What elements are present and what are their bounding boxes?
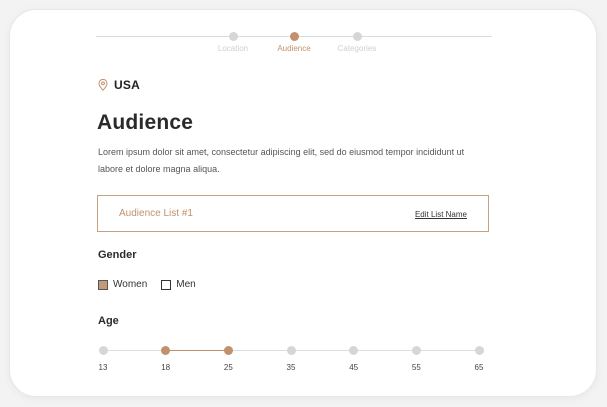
age-tick-label: 45	[349, 363, 359, 372]
age-tick-label: 18	[161, 363, 171, 372]
slider-stop[interactable]	[349, 346, 359, 355]
gender-option-women[interactable]: Women	[98, 279, 147, 290]
age-heading: Age	[98, 315, 119, 327]
checkbox-label: Women	[113, 279, 148, 290]
gender-heading: Gender	[98, 249, 137, 261]
age-tick-label: 65	[474, 363, 484, 372]
page-title: Audience	[97, 111, 194, 134]
audience-list-name: Audience List #1	[119, 208, 193, 219]
checkbox-unchecked[interactable]	[161, 279, 172, 290]
age-tick-label: 13	[98, 363, 108, 372]
slider-stop[interactable]	[474, 346, 484, 355]
location-label: USA	[114, 78, 140, 92]
age-tick-label: 35	[286, 363, 296, 372]
step-dot	[289, 32, 299, 41]
audience-card: Location Audience Categories USA Audienc…	[10, 10, 596, 396]
gender-option-men[interactable]: Men	[161, 279, 196, 290]
age-range-slider[interactable]: 13 18 25 35 45 55 65	[98, 346, 484, 376]
gender-options: Women Men	[98, 279, 210, 290]
checkbox-label: Men	[176, 279, 196, 290]
step-label: Categories	[337, 44, 377, 53]
age-tick-label: 25	[223, 363, 233, 372]
slider-handle[interactable]	[161, 346, 171, 355]
audience-list-box: Audience List #1 Edit List Name	[97, 195, 489, 232]
location-row: USA	[98, 78, 140, 92]
step-dot	[352, 32, 362, 41]
slider-stop[interactable]	[98, 346, 108, 355]
progress-stepper: Location Audience Categories	[96, 32, 492, 64]
map-pin-icon	[98, 79, 108, 91]
page-description: Lorem ipsum dolor sit amet, consectetur …	[98, 147, 465, 174]
slider-selected-range	[165, 350, 229, 351]
step-dot	[228, 32, 238, 41]
edit-list-name-link[interactable]: Edit List Name	[415, 210, 467, 219]
checkbox-checked[interactable]	[98, 279, 108, 290]
slider-stop[interactable]	[411, 346, 421, 355]
age-tick-label: 55	[411, 363, 421, 372]
slider-stop[interactable]	[286, 346, 296, 355]
step-categories[interactable]: Categories	[317, 32, 397, 53]
slider-handle[interactable]	[223, 346, 233, 355]
